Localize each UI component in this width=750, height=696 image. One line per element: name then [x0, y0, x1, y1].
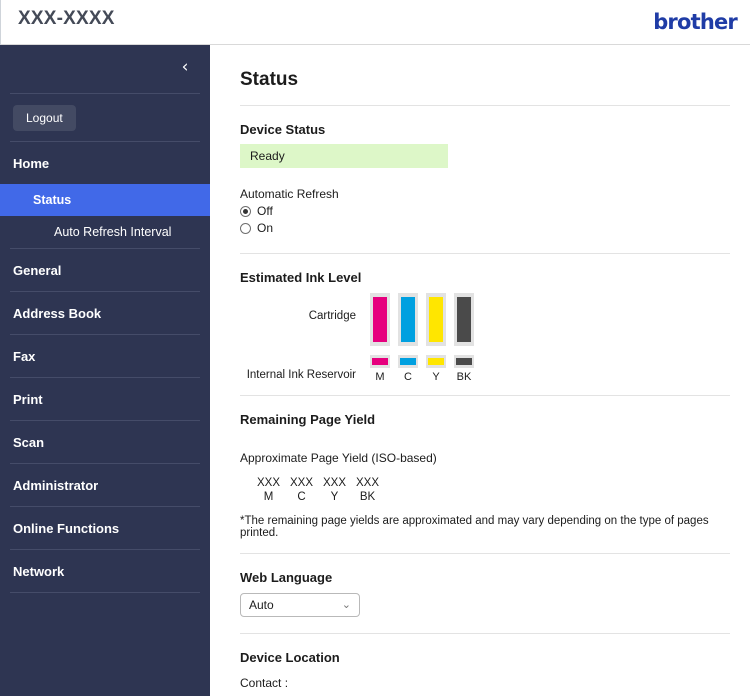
sidebar-item-status[interactable]: Status — [0, 184, 210, 216]
sidebar-item-network[interactable]: Network — [0, 550, 210, 592]
automatic-refresh-option-off[interactable]: Off — [240, 204, 730, 218]
page-yield-grid: XXX M XXX C XXX Y XXX BK — [252, 477, 730, 503]
reservoir-col-c: C — [398, 355, 418, 383]
page-yield-code-bk: BK — [359, 491, 376, 503]
cartridge-fill-m — [373, 297, 387, 342]
approximate-page-yield-label: Approximate Page Yield (ISO-based) — [240, 451, 437, 465]
chevron-down-icon: ⌄ — [341, 598, 351, 611]
device-model-title: XXX-XXXX — [18, 8, 115, 29]
automatic-refresh-group: Automatic Refresh Off On — [240, 187, 730, 235]
reservoir-bars: M C Y BK — [370, 355, 474, 383]
sidebar-item-fax[interactable]: Fax — [0, 335, 210, 377]
ink-code-m: M — [375, 371, 385, 383]
cartridge-bars — [370, 293, 474, 346]
sidebar-item-administrator[interactable]: Administrator — [0, 464, 210, 506]
device-status-heading: Device Status — [240, 122, 326, 137]
cartridge-fill-bk — [457, 297, 471, 342]
section-divider — [240, 105, 730, 106]
automatic-refresh-label: Automatic Refresh — [240, 187, 339, 201]
internal-ink-reservoir-label: Internal Ink Reservoir — [246, 369, 356, 381]
page-yield-value-c: XXX — [289, 477, 313, 489]
cartridge-fill-y — [429, 297, 443, 342]
reservoir-slot-bk — [454, 355, 474, 368]
sidebar-item-address-book[interactable]: Address Book — [0, 292, 210, 334]
device-status-value: Ready — [240, 144, 448, 168]
brother-logo: brother — [653, 10, 738, 34]
reservoir-slot-c — [398, 355, 418, 368]
reservoir-row: Internal Ink Reservoir M C Y BK — [240, 355, 730, 383]
collapse-sidebar-icon[interactable]: ‹ — [172, 54, 198, 80]
section-divider — [240, 633, 730, 634]
page-yield-col-m: XXX M — [252, 477, 285, 503]
sidebar-item-print[interactable]: Print — [0, 378, 210, 420]
logout-container: Logout — [0, 94, 210, 141]
ink-code-bk: BK — [456, 371, 472, 383]
section-divider — [240, 553, 730, 554]
page-yield-col-bk: XXX BK — [351, 477, 384, 503]
logout-button[interactable]: Logout — [13, 104, 76, 131]
sidebar-item-scan[interactable]: Scan — [0, 421, 210, 463]
radio-on-icon[interactable] — [240, 222, 251, 234]
cartridge-row: Cartridge — [240, 293, 730, 346]
ink-code-y: Y — [432, 371, 440, 383]
page-yield-code-c: C — [297, 491, 306, 503]
cartridge-label: Cartridge — [308, 310, 356, 322]
page-yield-value-y: XXX — [322, 477, 346, 489]
estimated-ink-level-heading: Estimated Ink Level — [240, 270, 362, 285]
page-yield-value-m: XXX — [256, 477, 280, 489]
ink-level-chart: Cartridge Internal Ink Reservoir M C Y B… — [240, 293, 730, 383]
reservoir-fill-y — [428, 358, 444, 365]
reservoir-fill-m — [372, 358, 388, 365]
page-yield-code-y: Y — [330, 491, 339, 503]
reservoir-col-y: Y — [426, 355, 446, 383]
section-divider — [240, 253, 730, 254]
sidebar-divider — [10, 592, 200, 593]
main-content: Status Device Status Ready Automatic Ref… — [210, 45, 750, 696]
sidebar-header: ‹ — [0, 45, 210, 93]
device-location-heading: Device Location — [240, 650, 340, 665]
radio-on-label: On — [257, 221, 274, 235]
reservoir-col-m: M — [370, 355, 390, 383]
cartridge-slot-bk — [454, 293, 474, 346]
reservoir-col-bk: BK — [454, 355, 474, 383]
cartridge-slot-c — [398, 293, 418, 346]
web-language-selected-value: Auto — [249, 598, 274, 612]
page-yield-col-c: XXX C — [285, 477, 318, 503]
web-language-heading: Web Language — [240, 570, 333, 585]
sidebar-item-auto-refresh-interval[interactable]: Auto Refresh Interval — [0, 216, 210, 248]
sidebar-item-home[interactable]: Home — [0, 142, 210, 184]
cartridge-fill-c — [401, 297, 415, 342]
page-yield-note: *The remaining page yields are approxima… — [240, 515, 709, 539]
reservoir-slot-y — [426, 355, 446, 368]
cartridge-slot-y — [426, 293, 446, 346]
header-left-edge — [0, 0, 1, 45]
reservoir-fill-bk — [456, 358, 472, 365]
cartridge-slot-m — [370, 293, 390, 346]
page-title: Status — [240, 69, 299, 90]
page-header: XXX-XXXX brother — [0, 0, 750, 45]
remaining-page-yield-heading: Remaining Page Yield — [240, 412, 376, 427]
printer-web-interface: XXX-XXXX brother ‹ Logout Home Status Au… — [0, 0, 750, 696]
sidebar: ‹ Logout Home Status Auto Refresh Interv… — [0, 45, 210, 696]
page-yield-value-bk: XXX — [355, 477, 379, 489]
page-yield-code-m: M — [263, 491, 274, 503]
section-divider — [240, 395, 730, 396]
reservoir-slot-m — [370, 355, 390, 368]
sidebar-item-online-functions[interactable]: Online Functions — [0, 507, 210, 549]
sidebar-item-general[interactable]: General — [0, 249, 210, 291]
ink-code-c: C — [404, 371, 412, 383]
automatic-refresh-option-on[interactable]: On — [240, 221, 730, 235]
web-language-select[interactable]: Auto ⌄ — [240, 593, 360, 617]
page-yield-col-y: XXX Y — [318, 477, 351, 503]
reservoir-fill-c — [400, 358, 416, 365]
contact-label: Contact : — [240, 676, 289, 690]
radio-off-icon[interactable] — [240, 205, 251, 217]
radio-off-label: Off — [257, 204, 273, 218]
